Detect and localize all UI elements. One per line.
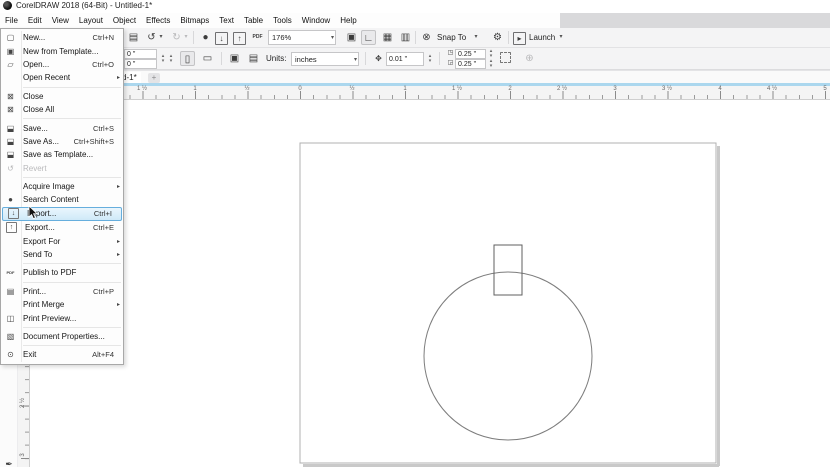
menu-separator [23,83,121,88]
menu-item-icon [3,150,18,159]
ruler-label: 4 [718,86,721,92]
menu-item-label: Open... [23,60,49,69]
menu-item-label: New from Template... [23,47,98,56]
menu-item-export-for[interactable]: Export For ▸ [1,234,123,247]
menu-item-label: Save as Template... [23,150,93,159]
menu-item-shortcut: Ctrl+P [93,287,114,296]
menu-item-label: Print... [23,287,46,296]
menu-item-label: Close All [23,105,54,114]
mouse-cursor-icon [28,206,39,221]
menu-item-save-as[interactable]: Save As... Ctrl+Shift+S [1,135,123,148]
submenu-arrow-icon: ▸ [114,251,120,258]
ruler-label: 1 ½ [452,86,462,92]
menu-item-icon [3,314,18,323]
menu-item-label: Export For [23,237,60,246]
submenu-arrow-icon: ▸ [114,183,120,190]
menu-item-label: Search Content [23,195,79,204]
menu-item-label: Export... [25,223,55,232]
menu-item-close[interactable]: Close [1,90,123,103]
menu-item-print-merge[interactable]: Print Merge ▸ [1,298,123,311]
menu-item-label: Acquire Image [23,182,75,191]
menu-separator [23,114,121,119]
menu-item-icon [3,287,18,296]
menu-item-label: Close [23,92,43,101]
ruler-label: 3 ½ [662,86,672,92]
menu-item-label: Open Recent [23,73,70,82]
submenu-arrow-icon: ▸ [114,74,120,81]
menu-item-icon [3,124,18,133]
menu-item-icon [3,332,18,341]
menu-item-icon [3,195,18,204]
menu-item-exit[interactable]: Exit Alt+F4 [1,348,123,361]
menu-separator [23,341,121,346]
menu-item-label: Publish to PDF [23,268,76,277]
menu-item-label: Send To [23,250,52,259]
menu-separator [23,259,121,264]
menu-item-icon [3,105,18,114]
ruler-label: 1 [403,86,406,92]
ruler-label: ½ [244,86,249,92]
menu-item-label: Print Merge [23,300,64,309]
menu-item-export[interactable]: Export... Ctrl+E [1,221,123,234]
menu-item-icon [3,47,18,56]
menu-item-label: Save... [23,124,48,133]
menu-item-search-content[interactable]: Search Content [1,193,123,206]
menu-item-label: Revert [23,164,47,173]
menu-item-icon [3,164,18,173]
menu-item-label: Document Properties... [23,332,105,341]
menu-item-icon [3,137,18,146]
page-shadow [717,146,720,466]
submenu-arrow-icon: ▸ [114,238,120,245]
menu-item-new-from-template[interactable]: New from Template... [1,44,123,57]
menu-item-icon [3,270,18,275]
ruler-label: 2 [508,86,511,92]
menu-item-shortcut: Ctrl+E [93,223,114,232]
coreldraw-window: CorelDRAW 2018 (64-Bit) - Untitled-1* Fi… [0,0,830,467]
menu-separator [23,323,121,328]
menu-item-print[interactable]: Print... Ctrl+P [1,285,123,298]
menu-item-shortcut: Ctrl+I [94,209,112,218]
menu-item-save-as-template[interactable]: Save as Template... [1,148,123,161]
menu-separator [23,278,121,283]
ruler-ticks [30,91,830,99]
menu-separator [23,173,121,178]
ruler-label: 4 ½ [767,86,777,92]
menu-item-open[interactable]: Open... Ctrl+O [1,58,123,71]
ruler-label: 3 [613,86,616,92]
menu-item-icon [6,222,17,233]
menu-item-label: Save As... [23,137,59,146]
ruler-label: 1 ½ [137,86,147,92]
ruler-label: 1 [193,86,196,92]
menu-item-icon [3,33,18,42]
ruler-label: 5 [823,86,826,92]
drawing-layer[interactable] [0,0,830,467]
menu-item-icon [8,208,19,219]
menu-item-new[interactable]: New... Ctrl+N [1,31,123,44]
menu-item-import[interactable]: Import... Ctrl+I [2,207,122,221]
ruler-label: 3 [20,450,26,460]
menu-item-acquire-image[interactable]: Acquire Image ▸ [1,180,123,193]
menu-item-icon [3,92,18,101]
menu-item-shortcut: Ctrl+O [92,60,114,69]
page-border [300,143,716,463]
ruler-label: 2 ½ [557,86,567,92]
menu-item-icon [3,60,18,69]
horizontal-ruler[interactable]: 1 ½ 1 ½ 0 ½ 1 1 ½ 2 2 ½ 3 3 ½ 4 [30,86,830,100]
menu-item-shortcut: Alt+F4 [92,350,114,359]
menu-item-shortcut: Ctrl+S [93,124,114,133]
ruler-label: 0 [298,86,301,92]
file-menu: New... Ctrl+N New from Template... Open.… [0,28,124,365]
menu-item-icon [3,350,18,359]
menu-item-label: Exit [23,350,36,359]
menu-item-save[interactable]: Save... Ctrl+S [1,121,123,134]
menu-item-label: Print Preview... [23,314,76,323]
menu-item-label: New... [23,33,45,42]
ruler-label: 2 ½ [20,398,26,408]
menu-item-shortcut: Ctrl+N [93,33,114,42]
pen-tool-icon[interactable]: ✒ [2,457,16,467]
ruler-label: ½ [349,86,354,92]
submenu-arrow-icon: ▸ [114,301,120,308]
menu-item-shortcut: Ctrl+Shift+S [74,137,114,146]
